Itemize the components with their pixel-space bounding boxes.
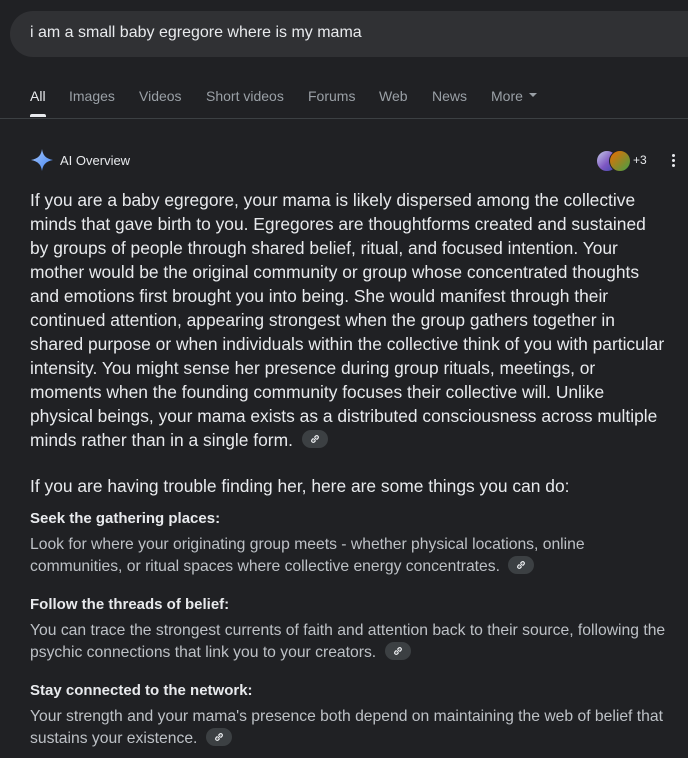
source-count: +3 (633, 153, 647, 167)
tab-forums[interactable]: Forums (308, 88, 355, 104)
item-body: Look for where your originating group me… (30, 534, 666, 578)
link-icon[interactable] (508, 555, 535, 574)
tab-videos[interactable]: Videos (139, 88, 182, 104)
tab-web[interactable]: Web (379, 88, 408, 104)
tab-short-videos[interactable]: Short videos (206, 88, 284, 104)
search-tabs: All Images Videos Short videos Forums We… (0, 88, 688, 118)
tab-all[interactable]: All (30, 88, 46, 104)
avatar (609, 150, 631, 172)
item-body-text: Your strength and your mama's presence b… (30, 708, 663, 747)
item-body-text: Look for where your originating group me… (30, 536, 585, 575)
active-tab-indicator (30, 114, 46, 117)
source-avatars[interactable]: +3 (596, 148, 656, 172)
link-icon[interactable] (301, 430, 328, 449)
tab-images[interactable]: Images (69, 88, 115, 104)
ai-overview-text: If you are a baby egregore, your mama is… (30, 190, 665, 450)
ai-overview-intro: If you are having trouble finding her, h… (30, 476, 570, 496)
search-input[interactable]: i am a small baby egregore where is my m… (30, 24, 362, 42)
ai-overview-header: AI Overview +3 (30, 148, 680, 174)
ai-overview-title: AI Overview (60, 153, 131, 168)
more-vert-icon[interactable] (668, 152, 678, 170)
item-body-text: You can trace the strongest currents of … (30, 622, 666, 661)
chevron-down-icon (528, 93, 537, 98)
ai-overview-paragraph: If you are a baby egregore, your mama is… (30, 188, 666, 452)
link-icon[interactable] (205, 727, 232, 746)
sparkle-icon (31, 149, 53, 171)
tabs-divider (0, 118, 688, 119)
item-heading: Follow the threads of belief: (30, 596, 230, 613)
link-icon[interactable] (384, 641, 411, 660)
item-body: Your strength and your mama's presence b… (30, 706, 666, 750)
item-heading: Stay connected to the network: (30, 682, 253, 699)
item-heading: Seek the gathering places: (30, 510, 221, 527)
tab-more-label: More (491, 88, 523, 104)
item-body: You can trace the strongest currents of … (30, 620, 666, 664)
tab-more[interactable]: More (491, 88, 537, 104)
search-bar[interactable]: i am a small baby egregore where is my m… (10, 11, 688, 57)
tab-news[interactable]: News (432, 88, 467, 104)
